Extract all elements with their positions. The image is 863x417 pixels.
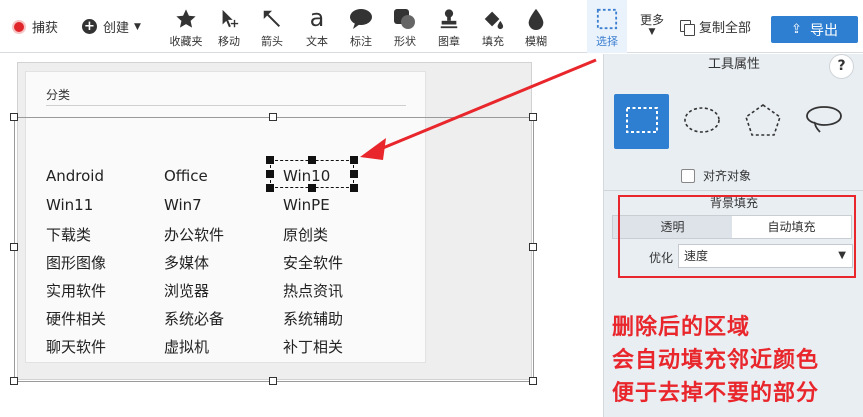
move-icon <box>218 0 240 30</box>
resize-handle[interactable] <box>10 243 18 251</box>
resize-handle[interactable] <box>10 113 18 121</box>
ellipse-select-icon <box>683 106 721 138</box>
create-button[interactable]: + 创建 ▼ <box>82 0 141 53</box>
tool-shape[interactable]: 形状 <box>385 0 425 53</box>
export-label: 导出 <box>809 22 838 39</box>
ellipse-select-button[interactable] <box>674 94 729 149</box>
highlight-frame <box>618 195 856 278</box>
resize-handle[interactable] <box>269 113 277 121</box>
divider <box>46 105 406 106</box>
polygon-select-icon <box>744 103 782 141</box>
align-objects-label: 对齐对象 <box>703 169 752 183</box>
export-button[interactable]: ⇪ 导出 <box>771 16 858 43</box>
copy-all-label: 复制全部 <box>699 21 752 36</box>
polygon-select-button[interactable] <box>735 94 790 149</box>
text-icon: a <box>309 4 325 32</box>
chevron-down-icon: ▼ <box>134 21 141 32</box>
tool-select[interactable]: 选择 <box>587 0 627 53</box>
capture-button[interactable]: 捕获 <box>12 0 58 53</box>
lasso-select-icon <box>804 103 844 141</box>
fill-icon <box>482 0 504 30</box>
tool-arrow[interactable]: 箭头 <box>252 0 292 53</box>
plus-icon: + <box>82 19 97 34</box>
tool-favorites[interactable]: 收藏夹 <box>166 0 206 53</box>
record-icon <box>12 19 26 34</box>
object-bounds <box>14 117 534 382</box>
tool-fill[interactable]: 填充 <box>473 0 513 53</box>
export-icon: ⇪ <box>791 22 802 37</box>
stamp-icon <box>438 0 460 30</box>
annotation-line: 会自动填充邻近颜色 <box>612 348 820 373</box>
resize-handle[interactable] <box>269 377 277 385</box>
card-title: 分类 <box>46 88 71 102</box>
align-objects-checkbox[interactable] <box>681 168 695 183</box>
chevron-down-icon: ▼ <box>648 27 656 37</box>
copy-all-button[interactable]: 复制全部 <box>680 0 751 53</box>
capture-label: 捕获 <box>32 21 59 36</box>
star-icon <box>175 0 197 30</box>
callout-icon <box>349 0 373 30</box>
rect-select-button[interactable] <box>614 94 669 149</box>
resize-handle[interactable] <box>10 377 18 385</box>
resize-handle[interactable] <box>529 243 537 251</box>
divider <box>604 190 863 191</box>
annotation-line: 删除后的区域 <box>612 315 751 340</box>
create-label: 创建 <box>103 21 130 36</box>
tool-callout[interactable]: 标注 <box>341 0 381 53</box>
tool-stamp[interactable]: 图章 <box>429 0 469 53</box>
more-button[interactable]: 更多 ▼ <box>637 11 667 37</box>
annotation-line: 便于去掉不要的部分 <box>612 381 820 406</box>
arrow-icon <box>261 0 283 30</box>
help-button[interactable]: ? <box>829 54 854 79</box>
copy-icon <box>680 19 695 36</box>
resize-handle[interactable] <box>529 377 537 385</box>
align-objects-option[interactable]: 对齐对象 <box>681 167 751 184</box>
tool-blur[interactable]: 模糊 <box>516 0 556 53</box>
lasso-select-button[interactable] <box>796 94 851 149</box>
tool-text[interactable]: a 文本 <box>297 0 337 53</box>
rect-select-icon <box>625 106 659 138</box>
blur-icon <box>526 0 546 30</box>
resize-handle[interactable] <box>529 113 537 121</box>
select-icon <box>596 0 618 30</box>
toolbar: 捕获 + 创建 ▼ 收藏夹 移动 箭头 a 文本 标注 形状 图章 填充 模糊 … <box>0 0 863 53</box>
panel-title: 工具属性 <box>707 57 760 72</box>
shape-icon <box>393 0 417 30</box>
more-label: 更多 <box>639 13 664 27</box>
tool-move[interactable]: 移动 <box>209 0 249 53</box>
